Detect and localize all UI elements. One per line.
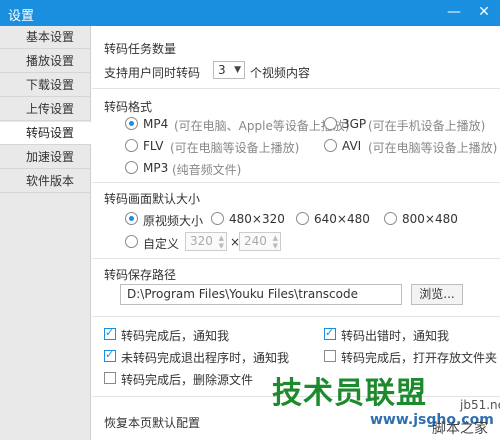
task-count-value: 3 (218, 63, 226, 77)
divider (92, 396, 500, 397)
sidebar: 基本设置 播放设置 下载设置 上传设置 转码设置 加速设置 软件版本 (0, 26, 91, 440)
size-title: 转码画面默认大小 (104, 192, 201, 206)
format-mp4-note: (可在电脑、Apple等设备上播放) (174, 119, 350, 133)
save-path-field[interactable]: D:\Program Files\Youku Files\transcode (120, 284, 402, 305)
custom-width-value: 320 (190, 234, 213, 248)
path-title: 转码保存路径 (104, 268, 177, 282)
format-flv-radio[interactable] (125, 139, 138, 152)
custom-width-input[interactable]: 320 ▲ ▼ (185, 232, 227, 251)
minimize-button[interactable]: — (440, 0, 468, 26)
size-800x480-label: 800×480 (402, 212, 458, 226)
notify-exit-label: 未转码完成退出程序时，通知我 (121, 351, 290, 365)
sidebar-item-playback[interactable]: 播放设置 (0, 50, 91, 73)
spin-arrows-icon: ▲ ▼ (272, 234, 278, 250)
close-button[interactable]: ✕ (470, 0, 498, 26)
format-avi-radio[interactable] (324, 139, 337, 152)
divider (92, 258, 500, 259)
size-original-radio[interactable] (125, 212, 138, 225)
notify-error-checkbox[interactable] (324, 326, 336, 340)
format-title: 转码格式 (104, 100, 153, 114)
size-640x480-radio[interactable] (296, 212, 309, 225)
format-mp4-label: MP4 (143, 117, 169, 131)
custom-height-input[interactable]: 240 ▲ ▼ (239, 232, 281, 251)
sidebar-item-download[interactable]: 下载设置 (0, 74, 91, 97)
task-count-suffix: 个视频内容 (250, 66, 311, 80)
open-folder-checkbox[interactable] (324, 350, 336, 362)
chevron-down-icon: ▼ (234, 65, 241, 75)
sidebar-item-acceleration[interactable]: 加速设置 (0, 146, 91, 169)
notify-complete-checkbox[interactable] (104, 326, 116, 340)
sidebar-item-transcode[interactable]: 转码设置 (0, 122, 91, 145)
task-count-title: 转码任务数量 (104, 42, 177, 56)
divider (92, 316, 500, 317)
format-3gp-radio[interactable] (324, 117, 337, 130)
format-flv-note: (可在电脑等设备上播放) (170, 141, 300, 155)
format-3gp-label: 3GP (342, 117, 367, 131)
size-480x320-radio[interactable] (211, 212, 224, 225)
divider (92, 182, 500, 183)
browse-button[interactable]: 浏览... (411, 284, 463, 305)
custom-height-value: 240 (244, 234, 267, 248)
notify-error-label: 转码出错时，通知我 (341, 329, 450, 343)
restore-defaults-link[interactable]: 恢复本页默认配置 (104, 414, 200, 431)
task-count-select[interactable]: 3 ▼ (213, 61, 245, 79)
format-3gp-note: (可在手机设备上播放) (368, 119, 486, 133)
size-custom-label: 自定义 (143, 237, 180, 251)
sidebar-item-version[interactable]: 软件版本 (0, 170, 91, 193)
spin-arrows-icon: ▲ ▼ (218, 234, 224, 250)
notify-exit-checkbox[interactable] (104, 348, 116, 362)
sidebar-item-upload[interactable]: 上传设置 (0, 98, 91, 121)
format-flv-label: FLV (143, 139, 164, 153)
window-title: 设置 (8, 9, 35, 24)
size-800x480-radio[interactable] (384, 212, 397, 225)
format-mp3-label: MP3 (143, 161, 169, 175)
task-count-prefix: 支持用户同时转码 (104, 66, 201, 80)
notify-complete-label: 转码完成后，通知我 (121, 329, 230, 343)
format-avi-label: AVI (342, 139, 362, 153)
sidebar-item-basic[interactable]: 基本设置 (0, 26, 91, 49)
format-mp3-radio[interactable] (125, 161, 138, 174)
divider (92, 88, 500, 89)
settings-content: 转码任务数量 支持用户同时转码 3 ▼ 个视频内容 转码格式 MP4 (可在电脑… (92, 26, 500, 440)
size-original-label: 原视频大小 (143, 214, 204, 228)
open-folder-label: 转码完成后，打开存放文件夹 (341, 351, 498, 365)
size-640x480-label: 640×480 (314, 212, 370, 226)
size-480x320-label: 480×320 (229, 212, 285, 226)
delete-source-checkbox[interactable] (104, 372, 116, 384)
format-avi-note: (可在电脑等设备上播放) (368, 141, 498, 155)
delete-source-label: 转码完成后，删除源文件 (121, 373, 254, 387)
format-mp4-radio[interactable] (125, 117, 138, 130)
format-mp3-note: (纯音频文件) (172, 163, 242, 177)
size-custom-radio[interactable] (125, 235, 138, 248)
title-bar: 设置 — ✕ (0, 0, 500, 26)
